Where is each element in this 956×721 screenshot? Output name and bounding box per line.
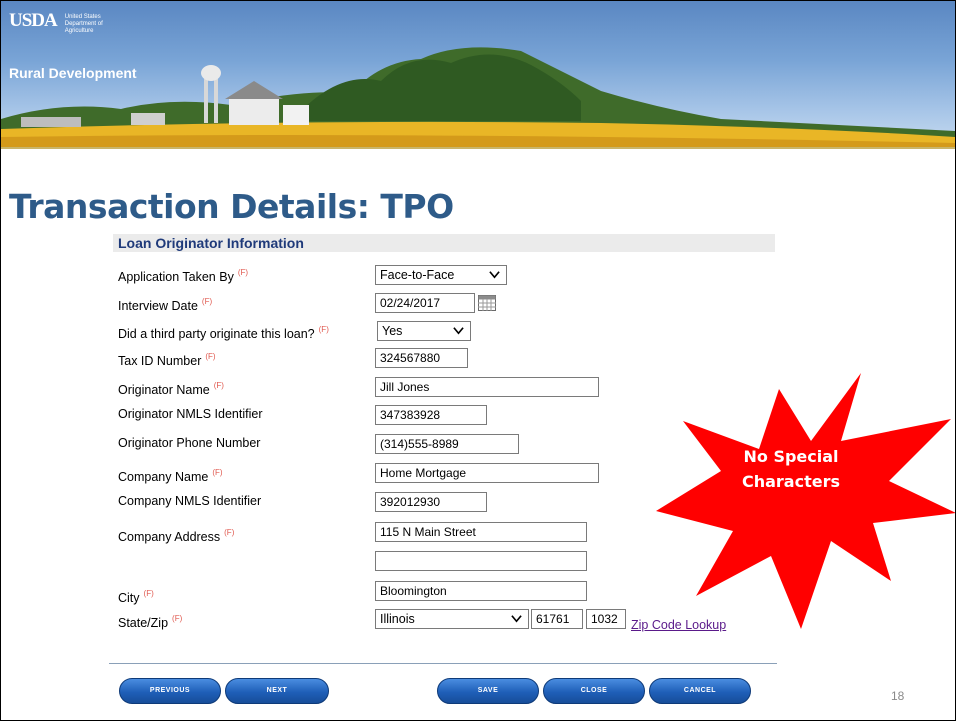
slide-title: Transaction Details: TPO <box>9 187 454 226</box>
chevron-down-icon <box>453 327 464 335</box>
calendar-icon[interactable] <box>478 295 496 311</box>
interview-date-label: Interview Date (F) <box>118 297 213 313</box>
third-party-label: Did a third party originate this loan? (F… <box>118 325 329 341</box>
third-party-select[interactable]: Yes <box>377 321 471 341</box>
company-name-label: Company Name (F) <box>118 468 223 484</box>
header-banner: USDA United States Department of Agricul… <box>1 1 955 149</box>
city-input[interactable]: Bloomington <box>375 581 587 601</box>
originator-name-input[interactable]: Jill Jones <box>375 377 599 397</box>
next-button[interactable]: NEXT <box>225 678 329 704</box>
starburst-callout-shape <box>656 373 955 629</box>
required-marker: (F) <box>237 268 249 277</box>
company-address-line2-input[interactable] <box>375 551 587 571</box>
application-taken-by-select[interactable]: Face-to-Face <box>375 265 507 285</box>
zip4-input[interactable]: 1032 <box>586 609 626 629</box>
originator-nmls-label: Originator NMLS Identifier <box>118 407 263 421</box>
required-marker: (F) <box>213 381 224 390</box>
company-address-line1-input[interactable]: 115 N Main Street <box>375 522 587 542</box>
state-select[interactable]: Illinois <box>375 609 529 629</box>
banner-divider <box>1 147 955 149</box>
required-marker: (F) <box>318 325 329 334</box>
chevron-down-icon <box>489 271 500 279</box>
company-nmls-label: Company NMLS Identifier <box>118 494 262 508</box>
company-address-label: Company Address (F) <box>118 528 235 544</box>
save-button[interactable]: SAVE <box>437 678 539 704</box>
section-title: Loan Originator Information <box>118 235 304 251</box>
originator-phone-label: Originator Phone Number <box>118 436 261 450</box>
cancel-button[interactable]: CANCEL <box>649 678 751 704</box>
chevron-down-icon <box>511 615 522 623</box>
required-marker: (F) <box>205 352 216 361</box>
page-number: 18 <box>891 689 905 703</box>
usda-logo: USDA United States Department of Agricul… <box>9 11 125 35</box>
required-marker: (F) <box>224 528 235 537</box>
slide: USDA United States Department of Agricul… <box>0 0 956 721</box>
required-marker: (F) <box>172 614 183 623</box>
close-button[interactable]: CLOSE <box>543 678 645 704</box>
required-marker: (F) <box>212 468 223 477</box>
required-marker: (F) <box>143 589 154 598</box>
interview-date-input[interactable]: 02/24/2017 <box>375 293 475 313</box>
state-zip-label: State/Zip (F) <box>118 614 183 630</box>
previous-button[interactable]: PREVIOUS <box>119 678 221 704</box>
originator-phone-input[interactable]: (314)555-8989 <box>375 434 519 454</box>
application-taken-by-label: Application Taken By (F) <box>118 268 249 284</box>
rural-development-label: Rural Development <box>9 65 137 81</box>
company-nmls-input[interactable]: 392012930 <box>375 492 487 512</box>
company-name-input[interactable]: Home Mortgage <box>375 463 599 483</box>
required-marker: (F) <box>201 297 213 306</box>
originator-name-label: Originator Name (F) <box>118 381 224 397</box>
zip-input[interactable]: 61761 <box>531 609 583 629</box>
originator-nmls-input[interactable]: 347383928 <box>375 405 487 425</box>
footer-divider <box>109 663 777 664</box>
callout-text: No Special Characters <box>741 447 840 491</box>
usda-wordmark: USDA <box>9 10 58 31</box>
usda-full-name: United States Department of Agriculture <box>64 14 103 34</box>
tax-id-input[interactable]: 324567880 <box>375 348 468 368</box>
tax-id-label: Tax ID Number (F) <box>118 352 216 368</box>
farm-landscape-image <box>1 47 955 149</box>
city-label: City (F) <box>118 589 154 605</box>
